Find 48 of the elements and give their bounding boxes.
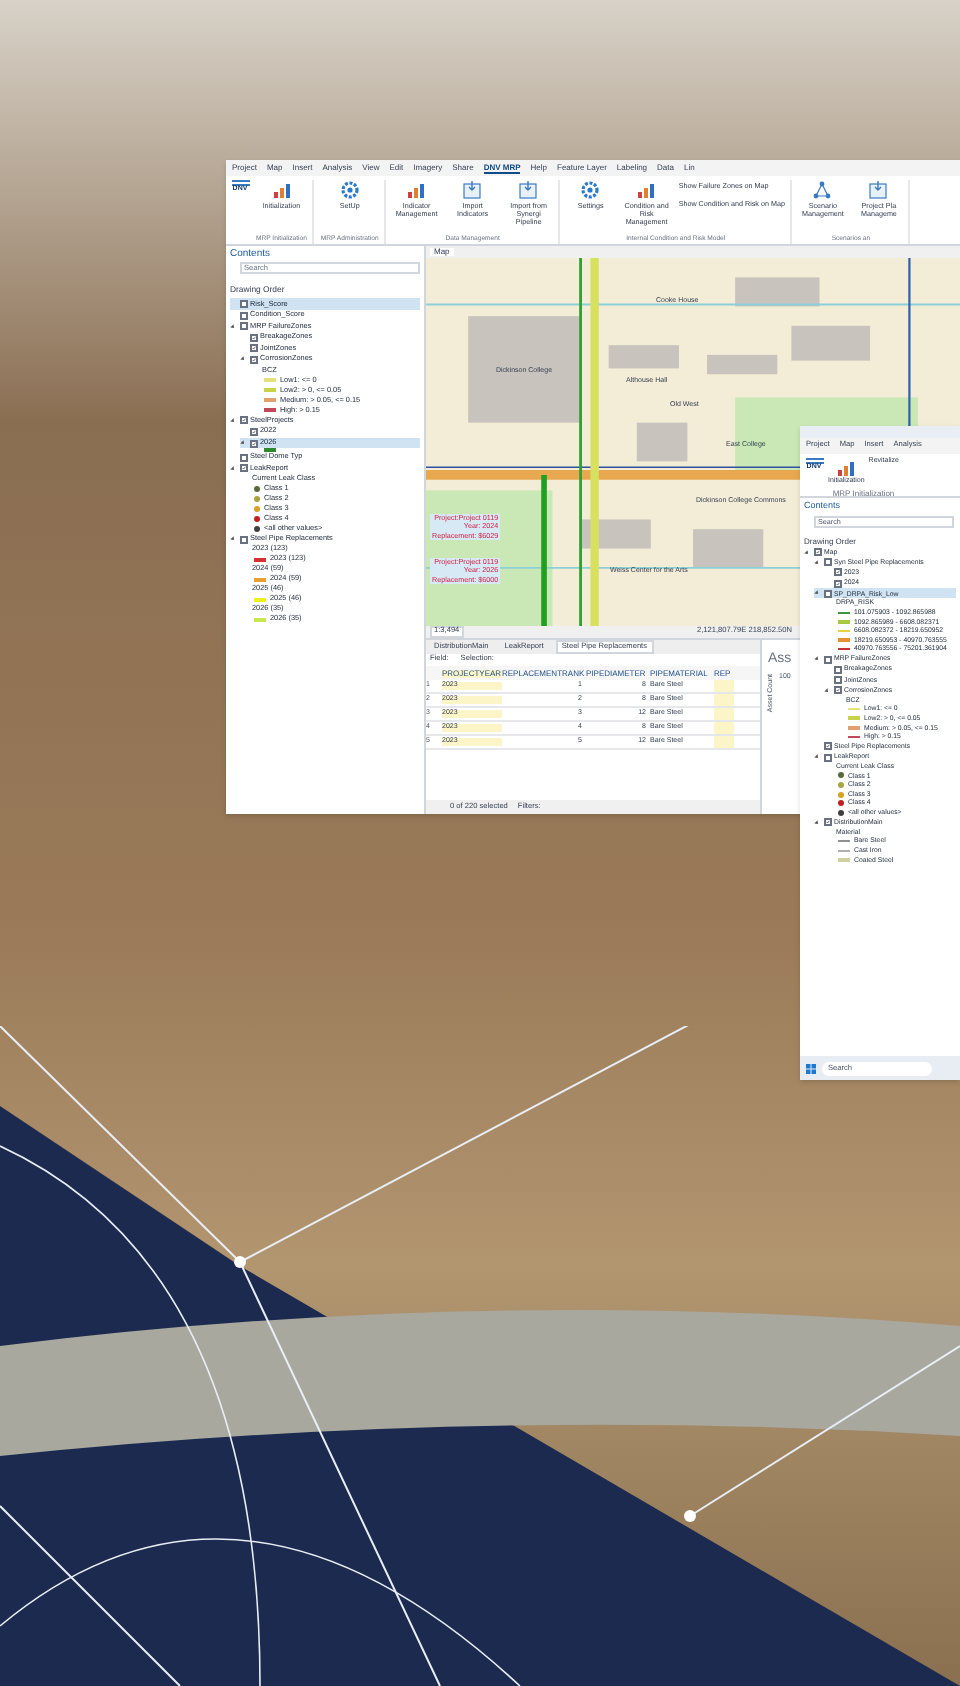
expand-caret-icon[interactable] xyxy=(228,322,238,331)
expand-caret-icon[interactable] xyxy=(228,416,238,425)
checkbox[interactable] xyxy=(833,675,841,684)
checkbox[interactable] xyxy=(239,311,247,320)
import-icon xyxy=(518,180,539,200)
checkbox[interactable] xyxy=(823,753,831,761)
expand-caret-icon[interactable] xyxy=(812,818,822,827)
expand-caret-icon[interactable] xyxy=(228,535,238,544)
checkbox[interactable] xyxy=(833,568,841,577)
checkbox[interactable] xyxy=(239,453,247,462)
checkbox[interactable] xyxy=(823,558,831,567)
network-icon xyxy=(812,180,833,200)
expand-caret-icon[interactable] xyxy=(822,686,832,695)
chart-icon xyxy=(836,458,857,478)
expand-caret-icon[interactable] xyxy=(238,438,248,448)
expand-caret-icon[interactable] xyxy=(228,464,238,473)
checkbox[interactable] xyxy=(239,299,247,308)
checkbox[interactable] xyxy=(833,686,841,695)
checkbox[interactable] xyxy=(239,322,247,331)
expand-caret-icon[interactable] xyxy=(812,589,822,598)
checkbox[interactable] xyxy=(249,355,257,364)
chart-icon xyxy=(271,180,292,200)
gear-icon xyxy=(339,180,360,200)
gear-icon xyxy=(580,180,601,200)
checkbox[interactable] xyxy=(239,464,247,473)
checkbox[interactable] xyxy=(249,344,257,353)
checkbox[interactable] xyxy=(239,535,247,544)
expand-caret-icon[interactable] xyxy=(812,752,822,762)
checkbox[interactable] xyxy=(833,665,841,674)
windows-start-icon[interactable] xyxy=(806,1063,816,1073)
checkbox[interactable] xyxy=(239,416,247,425)
checkbox[interactable] xyxy=(249,439,257,448)
chart-icon xyxy=(406,180,427,200)
checkbox[interactable] xyxy=(823,818,831,827)
expand-caret-icon[interactable] xyxy=(238,355,248,364)
checkbox[interactable] xyxy=(833,579,841,588)
import-icon xyxy=(868,180,889,200)
checkbox[interactable] xyxy=(823,742,831,751)
expand-caret-icon[interactable] xyxy=(812,654,822,664)
checkbox[interactable] xyxy=(249,427,257,436)
checkbox[interactable] xyxy=(813,548,821,557)
checkbox[interactable] xyxy=(823,655,831,664)
chart-icon xyxy=(636,180,657,200)
expand-caret-icon[interactable] xyxy=(812,558,822,567)
checkbox[interactable] xyxy=(249,333,257,342)
checkbox[interactable] xyxy=(823,589,831,598)
import-icon xyxy=(462,180,483,200)
expand-caret-icon[interactable] xyxy=(802,547,812,557)
